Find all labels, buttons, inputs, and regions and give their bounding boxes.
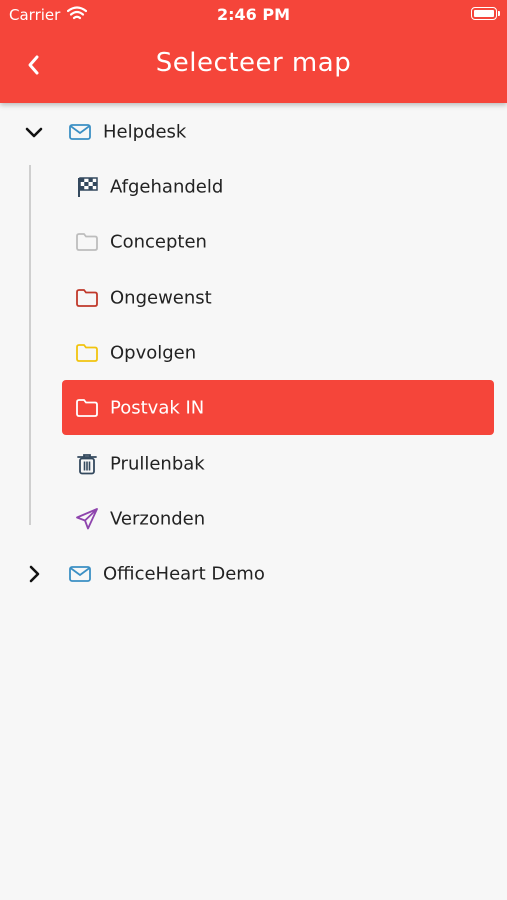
status-time: 2:46 PM	[216, 5, 290, 24]
folder-label: Ongewenst	[110, 287, 212, 308]
mail-icon	[69, 565, 91, 582]
folder-item-verzonden[interactable]: Verzonden	[0, 491, 507, 546]
folder-item-opvolgen[interactable]: Opvolgen	[0, 325, 507, 380]
trash-icon	[77, 453, 97, 474]
folder-label: Concepten	[110, 231, 207, 252]
folder-icon	[76, 398, 98, 417]
paper-plane-icon	[76, 507, 98, 529]
folder-icon	[76, 288, 98, 307]
chevron-right-icon[interactable]	[22, 562, 46, 586]
app-header: Carrier 2:46 PM Selecteer map	[0, 0, 507, 103]
chevron-down-icon[interactable]	[22, 120, 46, 144]
battery-icon	[471, 7, 500, 20]
account-row-helpdesk[interactable]: Helpdesk	[0, 104, 507, 159]
account-row-officeheart-demo[interactable]: OfficeHeart Demo	[0, 546, 507, 601]
folder-item-concepten[interactable]: Concepten	[0, 214, 507, 269]
folder-label: Verzonden	[110, 508, 206, 529]
folder-item-ongewenst[interactable]: Ongewenst	[0, 270, 507, 325]
folder-label: Prullenbak	[110, 453, 205, 474]
folder-label: Opvolgen	[110, 342, 197, 363]
folder-item-prullenbak[interactable]: Prullenbak	[0, 436, 507, 491]
account-label: Helpdesk	[103, 121, 187, 142]
page-title: Selecteer map	[155, 48, 352, 78]
checkered-flag-icon	[78, 176, 98, 197]
folder-icon	[76, 343, 98, 362]
folder-label: Postvak IN	[110, 397, 205, 418]
folder-icon	[76, 232, 98, 251]
account-label: OfficeHeart Demo	[103, 563, 265, 584]
folder-item-postvak-in[interactable]: Postvak IN	[0, 380, 507, 435]
mail-icon	[69, 123, 91, 140]
status-bar: Carrier 2:46 PM	[0, 0, 507, 30]
folder-label: Afgehandeld	[110, 176, 224, 197]
folder-item-afgehandeld[interactable]: Afgehandeld	[0, 159, 507, 214]
